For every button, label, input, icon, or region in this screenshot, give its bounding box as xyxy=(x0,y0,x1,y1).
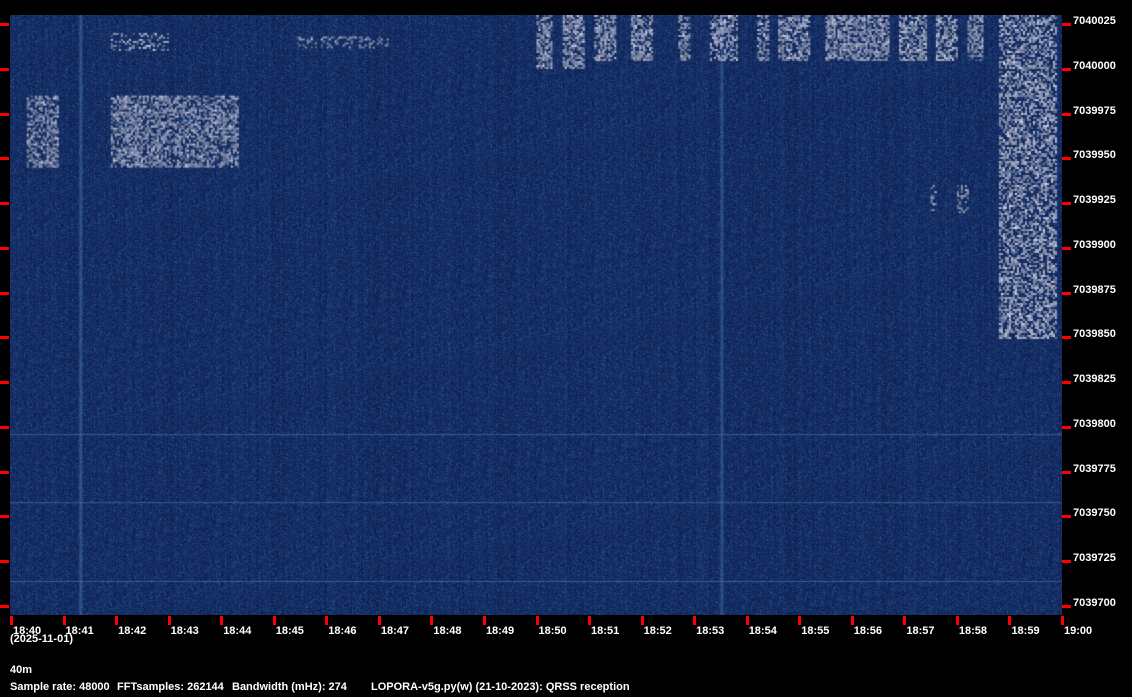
x-tick-mark xyxy=(62,616,66,625)
y-tick-mark xyxy=(1062,470,1071,474)
x-tick-mark xyxy=(955,616,959,625)
y-tick-mark xyxy=(0,560,9,564)
x-tick-mark xyxy=(850,616,854,625)
x-tick-mark xyxy=(640,616,644,625)
y-tick-label: 7039875 xyxy=(1073,283,1116,296)
x-tick-label: 18:54 xyxy=(748,625,777,637)
y-tick-mark xyxy=(0,605,9,609)
y-tick-mark xyxy=(0,291,9,295)
y-tick-label: 7039825 xyxy=(1073,373,1116,386)
x-tick-mark xyxy=(1061,616,1064,625)
y-tick-mark xyxy=(0,22,9,26)
x-tick-label: 18:46 xyxy=(328,625,357,637)
y-tick-mark xyxy=(1062,22,1071,26)
y-tick-mark xyxy=(0,67,9,71)
y-tick-label: 7039975 xyxy=(1073,104,1116,117)
x-tick-label: 18:42 xyxy=(118,625,147,637)
x-tick-mark xyxy=(377,616,381,625)
x-tick-mark xyxy=(272,616,276,625)
x-tick-label: 18:52 xyxy=(643,625,672,637)
x-tick-mark xyxy=(115,616,119,625)
x-tick-label: 18:55 xyxy=(801,625,830,637)
x-tick-mark xyxy=(10,616,13,625)
y-tick-label: 7039800 xyxy=(1073,417,1116,430)
x-tick-label: 18:44 xyxy=(223,625,252,637)
x-tick-label: 19:00 xyxy=(1064,625,1093,637)
y-tick-mark xyxy=(1062,515,1071,519)
x-tick-label: 18:45 xyxy=(275,625,304,637)
x-tick-mark xyxy=(693,616,697,625)
x-tick-mark xyxy=(325,616,329,625)
x-tick-label: 18:49 xyxy=(485,625,515,637)
y-tick-label: 7039925 xyxy=(1073,194,1116,207)
y-tick-mark xyxy=(1062,112,1071,116)
y-tick-mark xyxy=(0,112,9,116)
y-tick-label: 7039775 xyxy=(1073,462,1116,475)
x-tick-mark xyxy=(430,616,434,625)
x-tick-mark xyxy=(798,616,802,625)
x-tick-label: 18:47 xyxy=(380,625,409,637)
y-tick-mark xyxy=(1062,560,1071,564)
date-label: (2025-11-01) xyxy=(10,633,73,645)
program-title: LOPORA-v5g.py(w) (21-10-2023): QRSS rece… xyxy=(371,681,630,693)
bandwidth: Bandwidth (mHz): 274 xyxy=(232,681,347,693)
y-tick-mark xyxy=(0,157,9,161)
fft-samples: FFTsamples: 262144 xyxy=(117,681,224,693)
y-tick-mark xyxy=(0,381,9,385)
x-tick-mark xyxy=(167,616,171,625)
y-tick-label: 7040025 xyxy=(1073,14,1116,27)
y-tick-mark xyxy=(1062,291,1071,295)
x-tick-mark xyxy=(588,616,592,625)
y-tick-mark xyxy=(0,470,9,474)
waterfall-spectrogram xyxy=(10,15,1062,615)
y-tick-mark xyxy=(1062,157,1071,161)
y-tick-mark xyxy=(1062,336,1071,340)
y-tick-label: 7039700 xyxy=(1073,597,1116,610)
x-tick-label: 18:56 xyxy=(853,625,882,637)
sample-rate: Sample rate: 48000 xyxy=(10,681,110,693)
x-tick-label: 18:59 xyxy=(1011,625,1040,637)
y-tick-mark xyxy=(0,425,9,429)
y-tick-mark xyxy=(1062,381,1071,385)
y-tick-mark xyxy=(0,246,9,250)
y-tick-mark xyxy=(1062,246,1071,250)
y-tick-mark xyxy=(0,202,9,206)
x-tick-mark xyxy=(220,616,224,625)
y-tick-label: 7039900 xyxy=(1073,238,1116,251)
y-tick-label: 7039750 xyxy=(1073,507,1116,520)
x-tick-label: 18:58 xyxy=(958,625,988,637)
y-tick-label: 7039950 xyxy=(1073,149,1116,162)
x-tick-label: 18:53 xyxy=(696,625,725,637)
x-tick-mark xyxy=(535,616,539,625)
x-tick-label: 18:50 xyxy=(538,625,567,637)
x-tick-label: 18:43 xyxy=(170,625,199,637)
x-tick-label: 18:51 xyxy=(591,625,620,637)
y-tick-mark xyxy=(1062,605,1071,609)
y-tick-mark xyxy=(0,515,9,519)
y-tick-mark xyxy=(0,336,9,340)
y-tick-label: 7039850 xyxy=(1073,328,1116,341)
y-tick-label: 7040000 xyxy=(1073,59,1116,72)
x-tick-label: 18:57 xyxy=(906,625,935,637)
y-tick-mark xyxy=(1062,202,1071,206)
band-label: 40m xyxy=(10,664,33,676)
x-tick-mark xyxy=(745,616,749,625)
y-tick-mark xyxy=(1062,67,1071,71)
x-tick-mark xyxy=(482,616,486,625)
y-tick-mark xyxy=(1062,425,1071,429)
x-tick-label: 18:48 xyxy=(433,625,462,637)
x-tick-mark xyxy=(903,616,907,625)
y-tick-label: 7039725 xyxy=(1073,552,1116,565)
x-tick-mark xyxy=(1008,616,1012,625)
